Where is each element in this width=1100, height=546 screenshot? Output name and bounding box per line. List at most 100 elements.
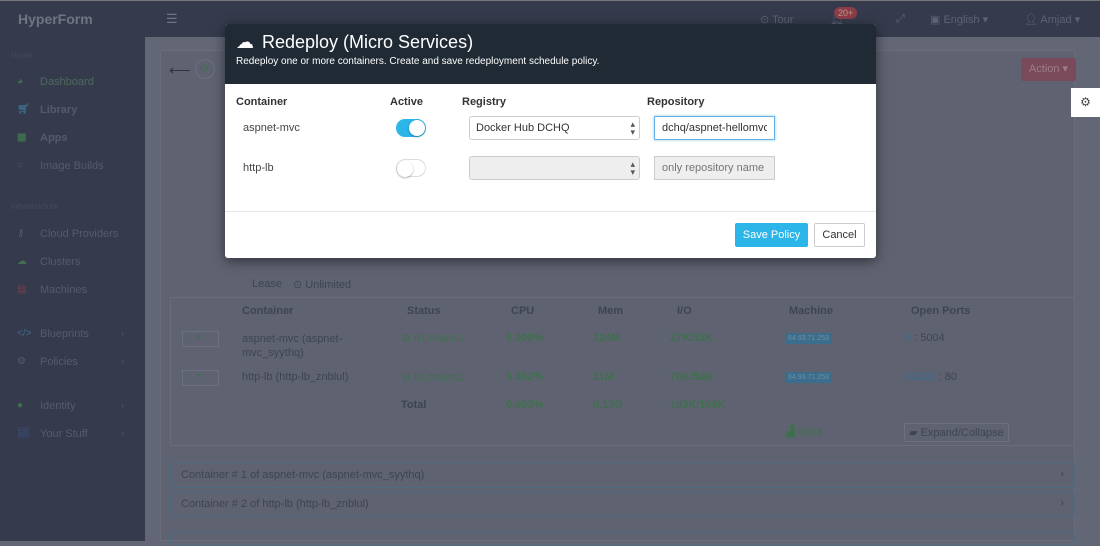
sidebar-item-policies[interactable]: ⚙ Policies ›	[0, 353, 145, 373]
sidebar-item-dashboard[interactable]: ◕ Dashboard	[0, 73, 145, 93]
cloud-icon: ☁	[17, 256, 27, 267]
header-open-ports: Open Ports	[911, 305, 971, 317]
col-active: Active	[390, 96, 424, 108]
label: Dashboard	[40, 76, 94, 88]
col-registry: Registry	[462, 96, 507, 108]
chevron-right-icon: ›	[1060, 468, 1064, 480]
repository-input[interactable]	[654, 116, 775, 140]
label: Clusters	[40, 256, 81, 268]
port-text: : 5004	[914, 332, 945, 344]
row-container: aspnet-mvc (aspnet-mvc_syythq)	[242, 333, 343, 359]
header-mem: Mem	[598, 305, 624, 317]
row-cpu: 0.000%	[506, 332, 544, 344]
modal-title: Redeploy (Micro Services)	[262, 32, 474, 52]
accordion-container-1[interactable]: Container # 1 of aspnet-mvc (aspnet-mvc_…	[170, 462, 1075, 488]
language-dropdown[interactable]: ▣ English ▾	[930, 13, 988, 26]
machine-ip-badge[interactable]: 64.93.71.253	[785, 333, 832, 344]
action-label: Action	[1028, 63, 1060, 75]
lease-value: ⊙ Unlimited	[293, 279, 352, 291]
cloud-download-icon: ☁	[236, 32, 254, 52]
registry-select[interactable]: ▴ ▾	[469, 156, 640, 180]
save-policy-button[interactable]: Save Policy	[735, 223, 808, 247]
total-mem: 0.13G	[593, 399, 623, 411]
row-status: ⚙ RUNNING	[401, 372, 465, 384]
language-label: English	[943, 14, 980, 26]
row-status: ⚙ RUNNING	[401, 333, 465, 345]
expand-label: Expand/Collapse	[920, 427, 1004, 439]
col-container: Container	[236, 96, 288, 108]
modal-header: ☁ Redeploy (Micro Services) Redeploy one …	[225, 24, 876, 84]
app-logo: HyperForm	[18, 11, 93, 27]
grid-icon: ▦	[17, 132, 27, 143]
row-cpu: 0.002%	[506, 371, 544, 383]
sidebar-item-blueprints[interactable]: </> Blueprints ›	[0, 325, 145, 345]
settings-gear-icon[interactable]: ⚙	[1071, 88, 1100, 117]
sidebar-item-cloud-providers[interactable]: ⚷ Cloud Providers	[0, 225, 145, 245]
accordion-title: Container # 1 of aspnet-mvc (aspnet-mvc_…	[181, 469, 425, 481]
server-icon: ▤	[17, 284, 27, 295]
select-arrows-icon: ▴ ▾	[630, 119, 635, 137]
container-name: aspnet-mvc	[243, 122, 300, 134]
chevron-right-icon: ›	[121, 428, 124, 438]
user-icon: ●	[17, 400, 24, 411]
user-menu[interactable]: 👤︎ Amjad ▾	[1024, 13, 1080, 26]
label: Blueprints	[40, 328, 89, 340]
modal-subtitle: Redeploy one or more containers. Create …	[236, 56, 600, 67]
row-mem: 124M	[593, 332, 621, 344]
sidebar-item-clusters[interactable]: ☁ Clusters	[0, 253, 145, 273]
gear-icon: ⚙	[17, 356, 26, 367]
label: Machines	[40, 284, 88, 296]
machine-ip-badge[interactable]: 64.93.71.253	[785, 372, 832, 383]
label: Apps	[40, 132, 68, 144]
modal-body: Container Active Registry Repository asp…	[225, 84, 876, 212]
sidebar-item-library[interactable]: 🛒︎ Library	[0, 101, 145, 121]
sidebar-item-machines[interactable]: ▤ Machines	[0, 281, 145, 301]
port-link[interactable]: 32832	[905, 371, 936, 383]
expand-collapse-button[interactable]: ▰ Expand/Collapse	[904, 423, 1009, 442]
registry-select[interactable]: Docker Hub DCHQ ▴ ▾	[469, 116, 640, 140]
code-icon: </>	[17, 328, 32, 339]
back-arrow-icon[interactable]: ⟵	[169, 61, 191, 79]
stats-link[interactable]: ▟ Stats	[786, 425, 823, 438]
row-io: 27K/51K	[670, 332, 714, 344]
active-toggle-off[interactable]	[396, 159, 426, 177]
sidebar-item-your-stuff[interactable]: 📈︎ Your Stuff ›	[0, 425, 145, 445]
label: Policies	[40, 356, 78, 368]
terminal-button[interactable]: >_ ▾	[182, 370, 219, 386]
label: Your Stuff	[40, 428, 88, 440]
sidebar-toggle-icon[interactable]: ☰	[166, 11, 178, 27]
dashboard-icon: ◕	[17, 76, 24, 87]
header-machine: Machine	[789, 305, 834, 317]
key-icon: ⚷	[17, 228, 25, 239]
chart-icon: 📈︎	[17, 428, 30, 439]
lease-value-text: Unlimited	[305, 279, 352, 291]
select-arrows-icon: ▴ ▾	[630, 159, 635, 177]
terminal-button[interactable]: >_ ▾	[182, 331, 219, 347]
sidebar-item-identity[interactable]: ● Identity ›	[0, 397, 145, 417]
header-io: I/O	[677, 305, 692, 317]
chevron-right-icon: ›	[121, 328, 124, 338]
accordion-container-2[interactable]: Container # 2 of http-lb (http-lb_znblul…	[170, 491, 1075, 517]
row-io: 76K/58K	[670, 371, 714, 383]
registry-value: Docker Hub DCHQ	[476, 122, 570, 134]
chevron-right-icon: ›	[1060, 497, 1064, 509]
row-ports: 32832 : 80	[905, 371, 957, 383]
cancel-button[interactable]: Cancel	[814, 223, 865, 247]
repository-input[interactable]	[654, 156, 775, 180]
status-text: RUNNING	[413, 333, 465, 345]
active-toggle-on[interactable]	[396, 119, 426, 137]
total-cpu: 0.003%	[506, 399, 544, 411]
action-dropdown-button[interactable]: Action ▾	[1021, 58, 1076, 81]
sidebar-item-apps[interactable]: ▦ Apps	[0, 129, 145, 149]
row-container: http-lb (http-lb_znblul)	[242, 371, 349, 383]
label: Cloud Providers	[40, 228, 119, 240]
port-text: : 80	[938, 371, 958, 383]
accordion-more[interactable]	[170, 532, 1075, 546]
refresh-icon[interactable]: ⟳	[195, 59, 215, 79]
label: Identity	[40, 400, 76, 412]
sidebar-item-image-builds[interactable]: ○ Image Builds	[0, 157, 145, 177]
port-link[interactable]: 0	[905, 332, 911, 344]
fullscreen-icon[interactable]: ⤢	[896, 13, 905, 26]
section-infrastructure: Infrastructure	[11, 202, 59, 211]
redeploy-modal: ☁ Redeploy (Micro Services) Redeploy one …	[225, 24, 876, 258]
